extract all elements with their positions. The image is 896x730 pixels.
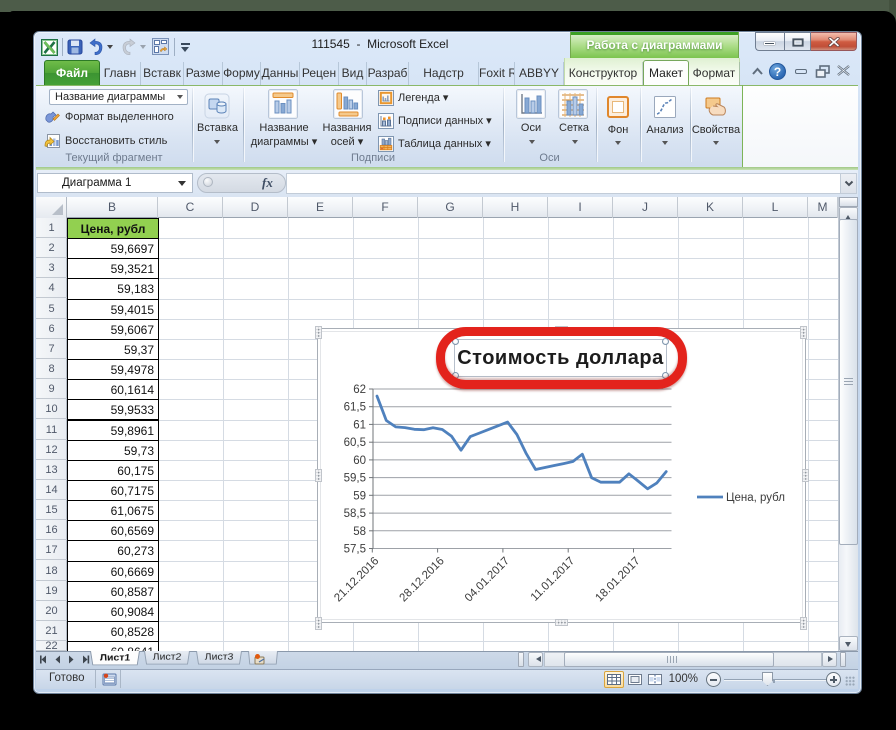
svg-text:62: 62 (353, 384, 366, 396)
svg-text:57,5: 57,5 (344, 544, 366, 556)
svg-text:04.01.2017: 04.01.2017 (463, 555, 512, 604)
svg-text:11.01.2017: 11.01.2017 (529, 555, 578, 604)
svg-text:60,5: 60,5 (344, 437, 366, 449)
svg-text:61: 61 (353, 419, 366, 431)
svg-text:59: 59 (353, 490, 366, 502)
svg-text:61,5: 61,5 (344, 402, 366, 414)
svg-text:59,5: 59,5 (344, 473, 366, 485)
svg-text:21.12.2016: 21.12.2016 (332, 555, 381, 604)
svg-text:28.12.2016: 28.12.2016 (398, 555, 447, 604)
svg-text:58: 58 (353, 526, 366, 538)
svg-text:58,5: 58,5 (344, 508, 366, 520)
svg-text:18.01.2017: 18.01.2017 (593, 555, 642, 604)
svg-text:60: 60 (353, 455, 366, 467)
svg-text:Цена, рубл: Цена, рубл (726, 492, 785, 504)
